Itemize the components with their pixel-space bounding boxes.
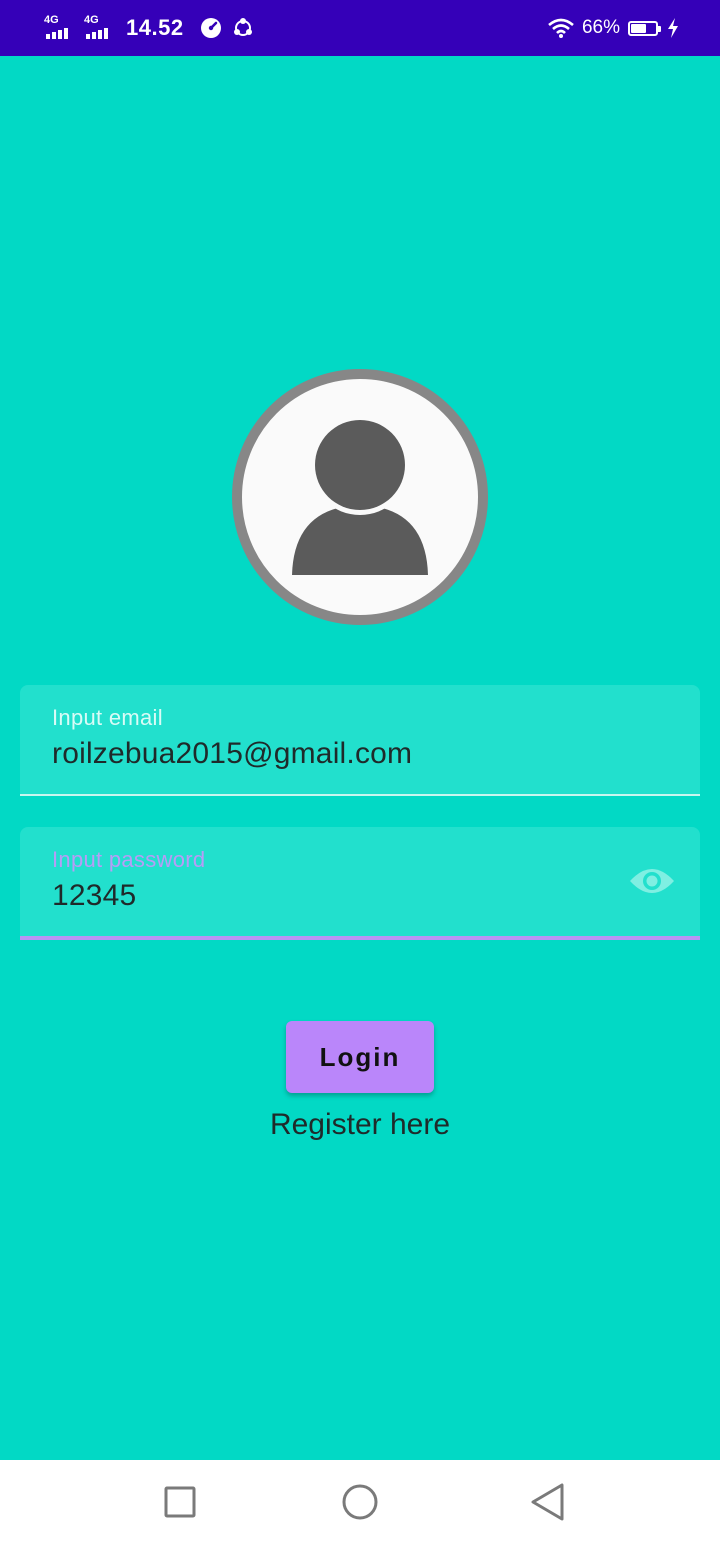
home-icon[interactable] [338, 1480, 382, 1524]
charging-icon [666, 17, 680, 39]
battery-fill [631, 23, 647, 33]
sync-icon [232, 17, 254, 39]
speedometer-icon [200, 17, 222, 39]
password-label: Input password [52, 847, 206, 872]
password-input[interactable]: 12345 [52, 879, 136, 913]
signal-icon: 4G [44, 15, 74, 41]
status-left: 4G 4G 14.52 [44, 14, 254, 42]
signal-icon: 4G [84, 15, 114, 41]
wifi-icon [548, 17, 574, 39]
back-icon[interactable] [526, 1480, 570, 1524]
recents-icon[interactable] [158, 1480, 202, 1524]
battery-percent: 66% [581, 17, 620, 38]
email-input[interactable]: roilzebua2015@gmail.com [52, 737, 412, 771]
battery-icon [628, 20, 661, 36]
network-type: 4G [84, 14, 99, 26]
avatar [232, 369, 488, 625]
navigation-bar [0, 1460, 720, 1544]
eye-icon[interactable] [628, 863, 676, 899]
login-button[interactable]: Login [286, 1021, 434, 1093]
status-right: 66% [548, 14, 680, 42]
register-link[interactable]: Register here [0, 1108, 720, 1142]
email-label: Input email [52, 705, 163, 730]
user-icon [292, 415, 428, 575]
email-field[interactable]: Input email roilzebua2015@gmail.com [20, 685, 700, 796]
password-field[interactable]: Input password 12345 [20, 827, 700, 940]
status-bar: 4G 4G 14.52 66% [0, 0, 720, 56]
network-type: 4G [44, 14, 59, 26]
status-time: 14.52 [126, 15, 184, 40]
